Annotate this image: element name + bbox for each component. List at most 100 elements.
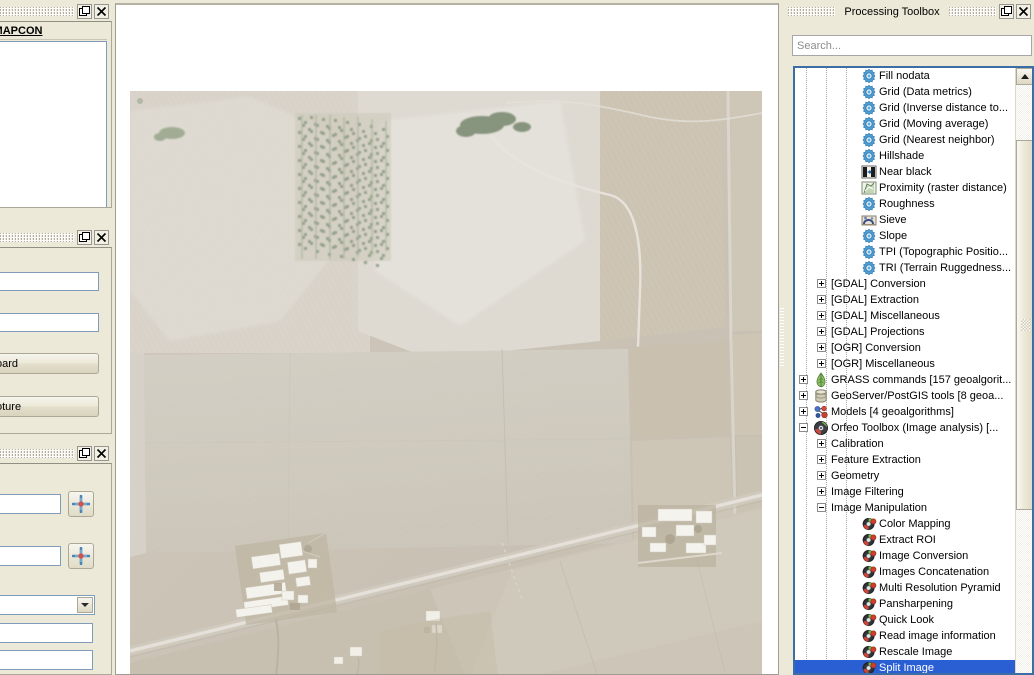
float-panel-icon[interactable] [77, 446, 92, 461]
expand-icon[interactable] [817, 487, 826, 496]
search-box-wrapper [792, 35, 1032, 56]
tree-item[interactable]: Grid (Data metrics) [795, 84, 1016, 100]
tree-item[interactable]: Calibration [795, 436, 1016, 452]
tree-item[interactable]: Grid (Moving average) [795, 116, 1016, 132]
dock-middle-left-titlebar[interactable] [0, 228, 112, 247]
tree-item[interactable]: Images Concatenation [795, 564, 1016, 580]
tree-item-selected[interactable]: Split Image [795, 660, 1016, 673]
collapse-icon[interactable] [799, 423, 808, 432]
dock-top-left-content-area[interactable] [0, 41, 107, 207]
tree-item[interactable]: Grid (Inverse distance to... [795, 100, 1016, 116]
expand-icon[interactable] [817, 343, 826, 352]
capture-label: oture [0, 400, 22, 413]
tree-item[interactable]: Near black [795, 164, 1016, 180]
tree-item[interactable]: Grid (Nearest neighbor) [795, 132, 1016, 148]
collapse-icon[interactable] [817, 503, 826, 512]
tree-item[interactable]: [GDAL] Conversion [795, 276, 1016, 292]
tree-item[interactable]: [GDAL] Extraction [795, 292, 1016, 308]
tree-item-label: [OGR] Miscellaneous [831, 358, 935, 370]
expand-icon[interactable] [817, 359, 826, 368]
otb-icon [861, 660, 877, 673]
coordinate-input-1[interactable] [0, 494, 61, 514]
tree-item[interactable]: [GDAL] Projections [795, 324, 1016, 340]
dock-grip[interactable] [0, 449, 74, 458]
float-panel-icon[interactable] [77, 4, 92, 19]
dock-top-left-titlebar[interactable] [0, 2, 112, 21]
tree-item[interactable]: [GDAL] Miscellaneous [795, 308, 1016, 324]
crs-combobox[interactable] [0, 595, 95, 615]
tree-item[interactable]: [OGR] Miscellaneous [795, 356, 1016, 372]
text-input-1[interactable] [0, 272, 99, 291]
tree-item[interactable]: Roughness [795, 196, 1016, 212]
tree-item-label: Grid (Data metrics) [879, 86, 972, 98]
float-panel-icon[interactable] [999, 4, 1014, 19]
result-input-1[interactable] [0, 623, 93, 643]
dock-grip-right[interactable] [948, 7, 996, 16]
dock-grip[interactable] [788, 7, 836, 16]
tree-vertical-scrollbar[interactable] [1015, 68, 1032, 673]
coordinate-capture-button-2[interactable] [68, 543, 94, 569]
tree-item[interactable]: GeoServer/PostGIS tools [8 geoa... [795, 388, 1016, 404]
dock-bottom-left-titlebar[interactable] [0, 444, 112, 463]
scrollbar-thumb[interactable] [1016, 140, 1032, 510]
tree-item[interactable]: Pansharpening [795, 596, 1016, 612]
tree-item[interactable]: Read image information [795, 628, 1016, 644]
dock-grip[interactable] [0, 233, 74, 242]
tree-item[interactable]: GRASS commands [157 geoalgorit... [795, 372, 1016, 388]
tree-item[interactable]: Color Mapping [795, 516, 1016, 532]
tree-item[interactable]: Hillshade [795, 148, 1016, 164]
tree-item[interactable]: Image Manipulation [795, 500, 1016, 516]
close-panel-icon[interactable] [94, 4, 109, 19]
expand-icon[interactable] [799, 391, 808, 400]
tree-item[interactable]: TPI (Topographic Positio... [795, 244, 1016, 260]
tree-item[interactable]: Rescale Image [795, 644, 1016, 660]
tree-item[interactable]: Feature Extraction [795, 452, 1016, 468]
close-panel-icon[interactable] [94, 230, 109, 245]
dock-bottom-left: Clear [0, 444, 112, 675]
expand-icon[interactable] [799, 407, 808, 416]
algorithm-tree[interactable]: Fill nodata Grid (Data metrics) Grid (Inve… [795, 68, 1016, 673]
dock-top-left-truncated-label[interactable]: OMAPCON [0, 25, 42, 37]
chevron-down-icon[interactable] [77, 597, 93, 613]
dock-grip[interactable] [0, 7, 74, 16]
tree-item[interactable]: Multi Resolution Pyramid [795, 580, 1016, 596]
tree-item[interactable]: [OGR] Conversion [795, 340, 1016, 356]
text-input-2[interactable] [0, 313, 99, 332]
copy-to-clipboard-button[interactable]: oard [0, 353, 99, 374]
map-canvas[interactable] [115, 3, 779, 675]
tree-item[interactable]: Fill nodata [795, 68, 1016, 84]
tree-item[interactable]: Models [4 geoalgorithms] [795, 404, 1016, 420]
float-panel-icon[interactable] [77, 230, 92, 245]
processing-toolbox-titlebar[interactable]: Processing Toolbox [785, 2, 1034, 21]
tree-item[interactable]: Quick Look [795, 612, 1016, 628]
expand-icon[interactable] [817, 455, 826, 464]
tree-item[interactable]: Extract ROI [795, 532, 1016, 548]
tree-item[interactable]: Image Conversion [795, 548, 1016, 564]
expand-icon[interactable] [817, 471, 826, 480]
expand-icon[interactable] [799, 375, 808, 384]
coordinate-input-2[interactable] [0, 546, 61, 566]
tree-item[interactable]: Image Filtering [795, 484, 1016, 500]
scroll-up-button[interactable] [1016, 68, 1032, 85]
tree-item[interactable]: Sieve [795, 212, 1016, 228]
gdal-gear-icon [861, 228, 877, 244]
dock-top-left: OMAPCON [0, 2, 112, 208]
close-panel-icon[interactable] [94, 446, 109, 461]
close-panel-icon[interactable] [1016, 4, 1031, 19]
tree-item[interactable]: Proximity (raster distance) [795, 180, 1016, 196]
search-input[interactable] [792, 35, 1032, 56]
result-input-2[interactable] [0, 650, 93, 670]
expand-icon[interactable] [817, 439, 826, 448]
copy-to-clipboard-label: oard [0, 357, 19, 370]
splitter-grip[interactable] [780, 308, 784, 368]
tree-item[interactable]: Slope [795, 228, 1016, 244]
expand-icon[interactable] [817, 295, 826, 304]
capture-button[interactable]: oture [0, 396, 99, 417]
tree-item[interactable]: TRI (Terrain Ruggedness... [795, 260, 1016, 276]
coordinate-capture-button-1[interactable] [68, 491, 94, 517]
tree-item[interactable]: Orfeo Toolbox (Image analysis) [... [795, 420, 1016, 436]
expand-icon[interactable] [817, 311, 826, 320]
tree-item[interactable]: Geometry [795, 468, 1016, 484]
expand-icon[interactable] [817, 327, 826, 336]
expand-icon[interactable] [817, 279, 826, 288]
